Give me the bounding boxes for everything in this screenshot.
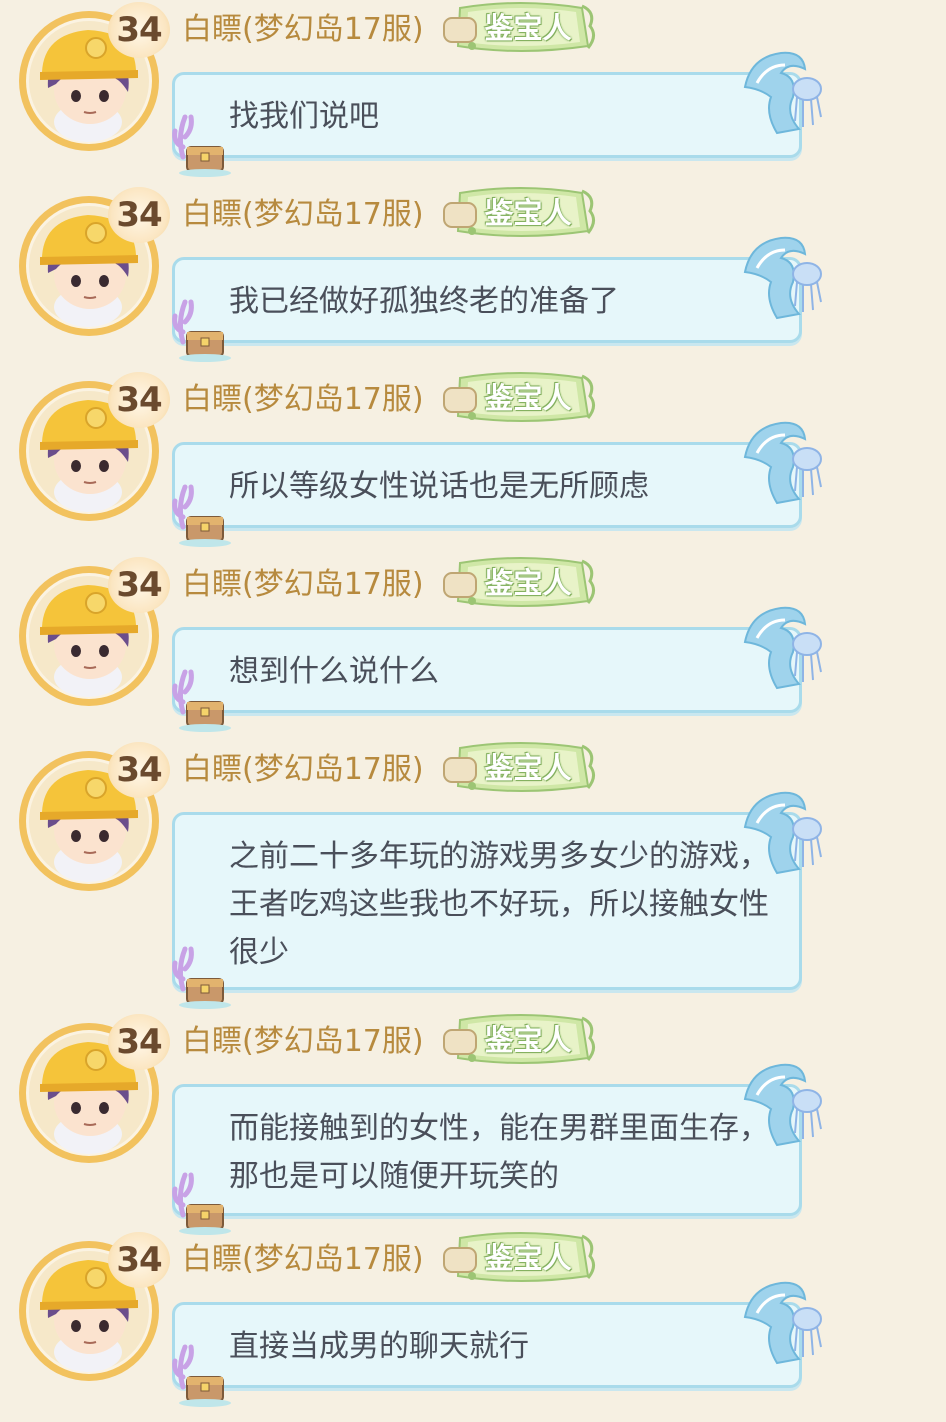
title-badge-label: 鉴宝人 <box>484 566 572 600</box>
message-bubble[interactable]: 而能接触到的女性，能在男群里面生存，那也是可以随便开玩笑的 <box>172 1063 822 1235</box>
message-bubble[interactable]: 所以等级女性说话也是无所顾虑 <box>172 421 822 547</box>
message-bubble[interactable]: 我已经做好孤独终老的准备了 <box>172 236 822 362</box>
coral-treasure-icon <box>169 1165 233 1235</box>
title-badge: 鉴宝人 <box>442 370 598 426</box>
wave-jellyfish-icon <box>741 43 829 139</box>
title-badge: 鉴宝人 <box>442 1230 598 1286</box>
coral-treasure-icon <box>169 477 233 547</box>
message-text: 我已经做好孤独终老的准备了 <box>229 284 619 319</box>
title-badge-label: 鉴宝人 <box>484 1241 572 1275</box>
coral-treasure-icon <box>169 107 233 177</box>
message-text: 找我们说吧 <box>229 99 379 134</box>
level-badge: 34 <box>108 557 170 613</box>
wave-jellyfish-icon <box>741 228 829 324</box>
coral-treasure-icon <box>169 1337 233 1407</box>
title-badge: 鉴宝人 <box>442 740 598 796</box>
title-badge: 鉴宝人 <box>442 185 598 241</box>
sender-name[interactable]: 白瞟(梦幻岛17服) <box>182 563 424 607</box>
title-badge-label: 鉴宝人 <box>484 1023 572 1057</box>
message-text: 想到什么说什么 <box>229 654 439 689</box>
chat-message: 34 白瞟(梦幻岛17服) 鉴宝人 想到什么说什么 <box>0 555 946 735</box>
chat-message: 34 白瞟(梦幻岛17服) 鉴宝人 而能接触到的女性，能在男群里面生存，那也是可… <box>0 1012 946 1235</box>
message-text: 而能接触到的女性，能在男群里面生存，那也是可以随便开玩笑的 <box>229 1111 769 1194</box>
title-badge-label: 鉴宝人 <box>484 11 572 45</box>
coral-treasure-icon <box>169 292 233 362</box>
coral-treasure-icon <box>169 662 233 732</box>
sender-name[interactable]: 白瞟(梦幻岛17服) <box>182 1020 424 1064</box>
title-badge-label: 鉴宝人 <box>484 751 572 785</box>
chat-message: 34 白瞟(梦幻岛17服) 鉴宝人 所以等级女性说话也是无所顾虑 <box>0 370 946 550</box>
wave-jellyfish-icon <box>741 1055 829 1151</box>
title-badge: 鉴宝人 <box>442 1012 598 1068</box>
message-text: 直接当成男的聊天就行 <box>229 1329 529 1364</box>
chat-message: 34 白瞟(梦幻岛17服) 鉴宝人 直接当成男的聊天就行 <box>0 1230 946 1411</box>
message-bubble[interactable]: 想到什么说什么 <box>172 606 822 732</box>
level-badge: 34 <box>108 742 170 798</box>
message-bubble[interactable]: 之前二十多年玩的游戏男多女少的游戏，王者吃鸡这些我也不好玩，所以接触女性很少 <box>172 791 822 1009</box>
message-bubble[interactable]: 找我们说吧 <box>172 51 822 177</box>
sender-name[interactable]: 白瞟(梦幻岛17服) <box>182 8 424 52</box>
chat-message: 34 白瞟(梦幻岛17服) 鉴宝人 找我们说吧 <box>0 0 946 180</box>
wave-jellyfish-icon <box>741 783 829 879</box>
title-badge-label: 鉴宝人 <box>484 381 572 415</box>
message-text: 之前二十多年玩的游戏男多女少的游戏，王者吃鸡这些我也不好玩，所以接触女性很少 <box>229 839 769 970</box>
sender-name[interactable]: 白瞟(梦幻岛17服) <box>182 378 424 422</box>
level-badge: 34 <box>108 187 170 243</box>
sender-name[interactable]: 白瞟(梦幻岛17服) <box>182 1238 424 1282</box>
chat-list[interactable]: 34 白瞟(梦幻岛17服) 鉴宝人 找我们说吧 34 白瞟(梦幻岛17服) 鉴宝… <box>0 0 946 1411</box>
wave-jellyfish-icon <box>741 1273 829 1369</box>
message-text: 所以等级女性说话也是无所顾虑 <box>229 469 649 504</box>
level-badge: 34 <box>108 2 170 58</box>
title-badge-label: 鉴宝人 <box>484 196 572 230</box>
title-badge: 鉴宝人 <box>442 555 598 611</box>
level-badge: 34 <box>108 1232 170 1288</box>
wave-jellyfish-icon <box>741 598 829 694</box>
sender-name[interactable]: 白瞟(梦幻岛17服) <box>182 193 424 237</box>
chat-message: 34 白瞟(梦幻岛17服) 鉴宝人 之前二十多年玩的游戏男多女少的游戏，王者吃鸡… <box>0 740 946 1010</box>
title-badge: 鉴宝人 <box>442 0 598 56</box>
chat-message: 34 白瞟(梦幻岛17服) 鉴宝人 我已经做好孤独终老的准备了 <box>0 185 946 365</box>
level-badge: 34 <box>108 1014 170 1070</box>
wave-jellyfish-icon <box>741 413 829 509</box>
level-badge: 34 <box>108 372 170 428</box>
coral-treasure-icon <box>169 939 233 1009</box>
message-bubble[interactable]: 直接当成男的聊天就行 <box>172 1281 822 1407</box>
sender-name[interactable]: 白瞟(梦幻岛17服) <box>182 748 424 792</box>
